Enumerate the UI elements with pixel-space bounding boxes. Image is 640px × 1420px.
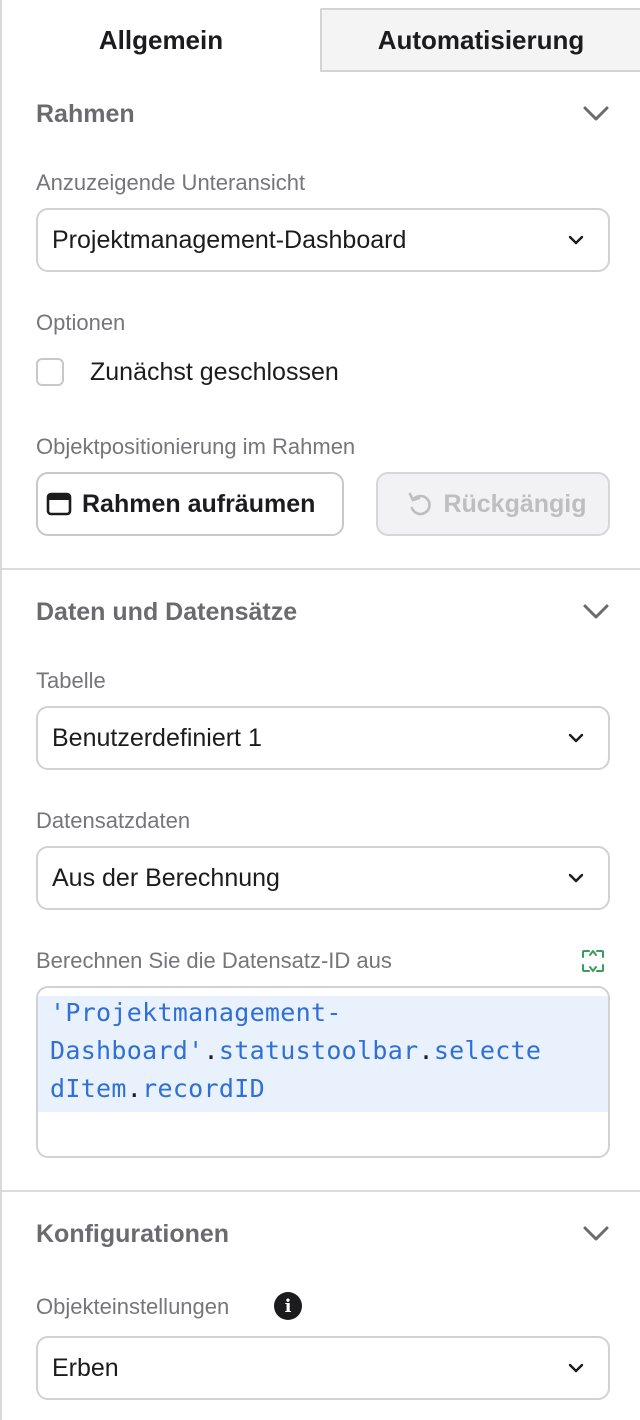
object-settings-select[interactable]: Erben xyxy=(36,1336,610,1400)
object-settings-value: Erben xyxy=(52,1353,119,1382)
positioning-label: Objektpositionierung im Rahmen xyxy=(36,434,356,459)
code-line-1: 'Projektmanagement- xyxy=(50,998,342,1027)
subview-value: Projektmanagement-Dashboard xyxy=(52,225,407,254)
inspector-panel: Allgemein Automatisierung Rahmen Anzuzei… xyxy=(0,0,640,1420)
chevron-down-icon xyxy=(568,235,584,245)
section-header-config[interactable]: Konfigurationen xyxy=(36,1214,610,1254)
section-title: Rahmen xyxy=(36,99,135,128)
record-id-formula-editor[interactable]: 'Projektmanagement- Dashboard'.statustoo… xyxy=(36,986,610,1158)
initially-closed-checkbox[interactable] xyxy=(36,358,64,386)
calc-record-id-label: Berechnen Sie die Datensatz-ID aus xyxy=(36,948,392,973)
section-header-frame[interactable]: Rahmen xyxy=(36,94,610,134)
record-data-label: Datensatzdaten xyxy=(36,808,191,833)
section-divider xyxy=(2,1190,640,1192)
chevron-down-icon xyxy=(568,1363,584,1373)
undo-button[interactable]: Rückgängig xyxy=(376,472,610,536)
table-value: Benutzerdefiniert 1 xyxy=(52,723,262,752)
subview-select[interactable]: Projektmanagement-Dashboard xyxy=(36,208,610,272)
window-icon xyxy=(42,487,76,521)
subview-label: Anzuzeigende Unteransicht xyxy=(36,170,306,195)
initially-closed-option[interactable]: Zunächst geschlossen xyxy=(36,352,339,392)
tab-bar: Allgemein Automatisierung xyxy=(2,0,640,72)
section-title: Konfigurationen xyxy=(36,1219,230,1248)
tab-general[interactable]: Allgemein xyxy=(2,8,320,72)
chevron-down-icon xyxy=(568,733,584,743)
code-line-3: dItem.recordID xyxy=(50,1074,265,1103)
cleanup-frame-button[interactable]: Rahmen aufräumen xyxy=(36,472,344,536)
object-settings-label: Objekteinstellungen xyxy=(36,1294,230,1319)
tab-automation[interactable]: Automatisierung xyxy=(320,8,640,72)
undo-label: Rückgängig xyxy=(443,489,587,518)
options-label: Optionen xyxy=(36,310,126,335)
section-title: Daten und Datensätze xyxy=(36,597,298,626)
table-select[interactable]: Benutzerdefiniert 1 xyxy=(36,706,610,770)
expand-icon[interactable] xyxy=(578,946,608,976)
table-label: Tabelle xyxy=(36,668,106,693)
initially-closed-label: Zunächst geschlossen xyxy=(90,357,339,386)
record-data-select[interactable]: Aus der Berechnung xyxy=(36,846,610,910)
code-line-2: Dashboard'.statustoolbar.selecte xyxy=(50,1036,542,1065)
record-data-value: Aus der Berechnung xyxy=(52,863,280,892)
info-icon[interactable]: i xyxy=(274,1292,302,1320)
section-divider xyxy=(2,568,640,570)
chevron-down-icon[interactable] xyxy=(582,105,610,123)
chevron-down-icon[interactable] xyxy=(582,1225,610,1243)
section-header-data[interactable]: Daten und Datensätze xyxy=(36,592,610,632)
chevron-down-icon[interactable] xyxy=(582,603,610,621)
undo-icon xyxy=(403,487,437,521)
cleanup-frame-label: Rahmen aufräumen xyxy=(82,489,316,518)
chevron-down-icon xyxy=(568,873,584,883)
